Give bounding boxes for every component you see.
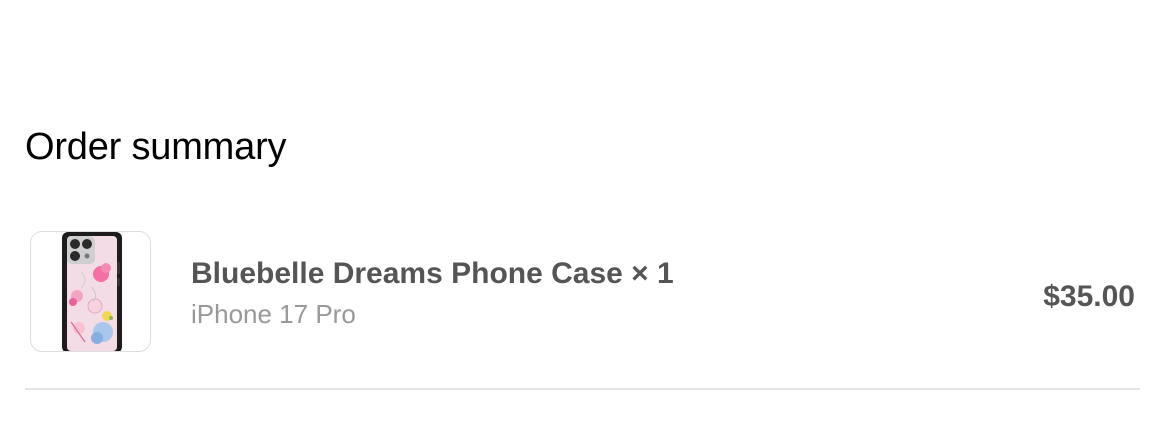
order-summary-section: Order summary Bluebelle Dreams Phone Cas…: [0, 0, 1170, 443]
divider: [25, 388, 1140, 390]
product-name: Bluebelle Dreams Phone Case × 1: [191, 257, 674, 290]
order-line-item: Bluebelle Dreams Phone Case × 1 iPhone 1…: [25, 230, 1140, 356]
floral-phone-case-image: [62, 232, 122, 351]
product-variant: iPhone 17 Pro: [191, 299, 356, 329]
product-price: $35.00: [1043, 280, 1135, 313]
product-thumbnail: [30, 231, 151, 352]
order-summary-title: Order summary: [25, 126, 287, 168]
